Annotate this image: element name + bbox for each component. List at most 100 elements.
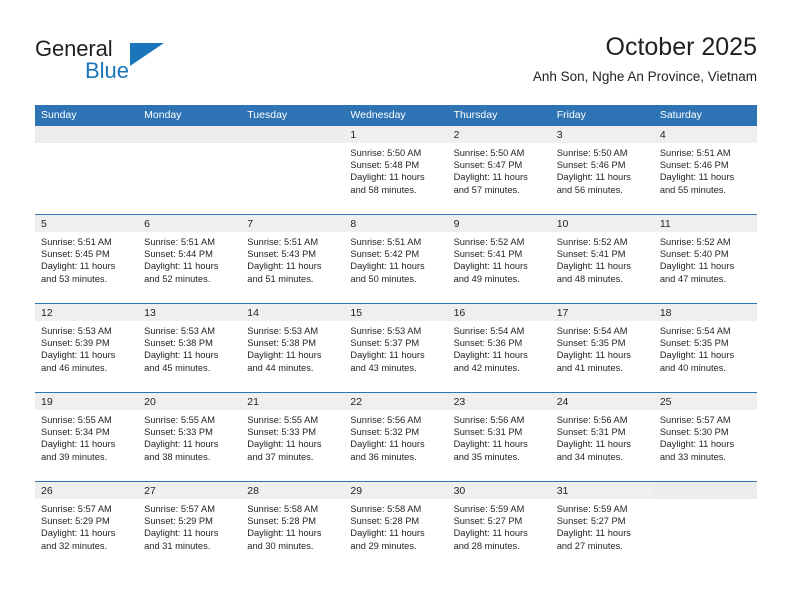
day-details: Sunrise: 5:53 AM Sunset: 5:38 PM Daylight:… [138,321,241,374]
daylight-text-line2: and 51 minutes. [247,273,314,284]
day-number: 27 [138,482,242,499]
day-details: Sunrise: 5:51 AM Sunset: 5:46 PM Daylight:… [654,143,757,196]
sunset-text: Sunset: 5:41 PM [453,249,523,260]
sunset-text: Sunset: 5:31 PM [556,427,626,438]
day-details: Sunrise: 5:53 AM Sunset: 5:38 PM Daylight:… [241,321,344,374]
daylight-text-line2: and 57 minutes. [453,184,520,195]
sunset-text: Sunset: 5:43 PM [247,249,317,260]
daylight-text-line2: and 27 minutes. [556,540,623,551]
calendar-cell-inner: 18 Sunrise: 5:54 AM Sunset: 5:35 PM Dayligh… [653,304,757,392]
general-blue-logo[interactable]: General Blue [35,36,235,88]
daylight-text-line2: and 48 minutes. [556,273,623,284]
daylight-text-line2: and 34 minutes. [556,451,623,462]
calendar-cell[interactable]: 1 Sunrise: 5:50 AM Sunset: 5:48 PM Daylight… [344,126,448,215]
sunrise-text: Sunrise: 5:52 AM [556,237,628,247]
daylight-text-line2: and 28 minutes. [453,540,520,551]
sunrise-text: Sunrise: 5:53 AM [144,326,215,336]
sunset-text: Sunset: 5:29 PM [41,516,110,527]
daylight-text-line2: and 52 minutes. [144,273,211,284]
calendar-cell[interactable]: 6 Sunrise: 5:51 AM Sunset: 5:44 PM Daylight… [138,214,242,304]
day-number: 10 [550,215,654,232]
calendar-cell[interactable]: 28 Sunrise: 5:58 AM Sunset: 5:28 PM Dayligh… [241,481,345,570]
daylight-text-line1: Daylight: 11 hours [659,439,735,450]
calendar-cell[interactable]: 4 Sunrise: 5:51 AM Sunset: 5:46 PM Daylight… [653,126,757,215]
daylight-text-line1: Daylight: 11 hours [144,350,219,361]
sunrise-text: Sunrise: 5:51 AM [144,237,215,247]
sunset-text: Sunset: 5:38 PM [247,338,317,349]
calendar-cell[interactable]: 12 Sunrise: 5:53 AM Sunset: 5:39 PM Dayligh… [35,303,139,393]
day-number: 11 [653,215,757,232]
calendar-cell[interactable]: 17 Sunrise: 5:54 AM Sunset: 5:35 PM Dayligh… [550,303,654,393]
calendar-cell[interactable]: 29 Sunrise: 5:58 AM Sunset: 5:28 PM Dayligh… [344,481,448,570]
day-details: Sunrise: 5:58 AM Sunset: 5:28 PM Daylight:… [241,499,344,552]
calendar-cell-inner: 6 Sunrise: 5:51 AM Sunset: 5:44 PM Daylight… [138,215,242,303]
calendar-cell[interactable]: 24 Sunrise: 5:56 AM Sunset: 5:31 PM Dayligh… [550,392,654,482]
calendar-cell [653,481,757,570]
daylight-text-line1: Daylight: 11 hours [350,528,425,539]
calendar-cell-inner: 24 Sunrise: 5:56 AM Sunset: 5:31 PM Dayligh… [550,393,654,481]
daylight-text-line1: Daylight: 11 hours [659,172,735,183]
weekday-header-friday: Friday [550,105,654,126]
day-details: Sunrise: 5:50 AM Sunset: 5:46 PM Daylight:… [551,143,654,196]
day-number: 13 [138,304,242,321]
calendar-cell[interactable]: 15 Sunrise: 5:53 AM Sunset: 5:37 PM Dayligh… [344,303,448,393]
calendar-cell[interactable]: 7 Sunrise: 5:51 AM Sunset: 5:43 PM Daylight… [241,214,345,304]
weekday-header-wednesday: Wednesday [344,105,448,126]
calendar-cell[interactable]: 2 Sunrise: 5:50 AM Sunset: 5:47 PM Daylight… [447,126,551,215]
calendar-cell[interactable]: 22 Sunrise: 5:56 AM Sunset: 5:32 PM Dayligh… [344,392,448,482]
sunrise-text: Sunrise: 5:55 AM [41,415,112,425]
calendar-cell[interactable]: 8 Sunrise: 5:51 AM Sunset: 5:42 PM Daylight… [344,214,448,304]
daylight-text-line1: Daylight: 11 hours [556,350,631,361]
sunrise-text: Sunrise: 5:56 AM [453,415,525,425]
calendar-cell[interactable]: 25 Sunrise: 5:57 AM Sunset: 5:30 PM Dayligh… [653,392,757,482]
daylight-text-line2: and 56 minutes. [556,184,623,195]
calendar-cell[interactable]: 9 Sunrise: 5:52 AM Sunset: 5:41 PM Daylight… [447,214,551,304]
calendar-cell[interactable]: 11 Sunrise: 5:52 AM Sunset: 5:40 PM Dayligh… [653,214,757,304]
calendar-cell[interactable]: 26 Sunrise: 5:57 AM Sunset: 5:29 PM Dayligh… [35,481,139,570]
calendar-cell[interactable]: 10 Sunrise: 5:52 AM Sunset: 5:41 PM Dayligh… [550,214,654,304]
daylight-text-line1: Daylight: 11 hours [453,350,528,361]
day-number [241,126,345,143]
calendar-cell[interactable]: 13 Sunrise: 5:53 AM Sunset: 5:38 PM Dayligh… [138,303,242,393]
sunrise-text: Sunrise: 5:51 AM [247,237,319,247]
sunrise-text: Sunrise: 5:55 AM [247,415,319,425]
calendar-cell[interactable]: 23 Sunrise: 5:56 AM Sunset: 5:31 PM Dayligh… [447,392,551,482]
calendar-cell-inner: 22 Sunrise: 5:56 AM Sunset: 5:32 PM Dayligh… [344,393,448,481]
daylight-text-line1: Daylight: 11 hours [41,261,116,272]
calendar-cell[interactable]: 14 Sunrise: 5:53 AM Sunset: 5:38 PM Dayligh… [241,303,345,393]
calendar-table: Sunday Monday Tuesday Wednesday Thursday… [35,105,757,570]
sunrise-text: Sunrise: 5:51 AM [350,237,422,247]
day-number [138,126,242,143]
calendar-cell[interactable]: 21 Sunrise: 5:55 AM Sunset: 5:33 PM Dayligh… [241,392,345,482]
day-number: 19 [35,393,139,410]
day-number: 7 [241,215,345,232]
calendar-cell[interactable]: 27 Sunrise: 5:57 AM Sunset: 5:29 PM Dayligh… [138,481,242,570]
calendar-cell[interactable]: 19 Sunrise: 5:55 AM Sunset: 5:34 PM Dayligh… [35,392,139,482]
calendar-cell[interactable]: 30 Sunrise: 5:59 AM Sunset: 5:27 PM Dayligh… [447,481,551,570]
daylight-text-line2: and 42 minutes. [453,362,520,373]
sunset-text: Sunset: 5:46 PM [556,160,626,171]
daylight-text-line2: and 29 minutes. [350,540,417,551]
sunset-text: Sunset: 5:39 PM [41,338,110,349]
daylight-text-line2: and 40 minutes. [659,362,726,373]
calendar-cell-inner: 10 Sunrise: 5:52 AM Sunset: 5:41 PM Dayligh… [550,215,654,303]
sunset-text: Sunset: 5:27 PM [453,516,523,527]
calendar-cell[interactable]: 31 Sunrise: 5:59 AM Sunset: 5:27 PM Dayligh… [550,481,654,570]
calendar-cell[interactable]: 20 Sunrise: 5:55 AM Sunset: 5:33 PM Dayligh… [138,392,242,482]
weekday-header-thursday: Thursday [447,105,551,126]
sunset-text: Sunset: 5:38 PM [144,338,213,349]
day-number: 1 [344,126,448,143]
calendar-cell-inner: 4 Sunrise: 5:51 AM Sunset: 5:46 PM Daylight… [653,126,757,214]
daylight-text-line2: and 45 minutes. [144,362,211,373]
calendar-cell[interactable]: 18 Sunrise: 5:54 AM Sunset: 5:35 PM Dayligh… [653,303,757,393]
sunset-text: Sunset: 5:33 PM [247,427,317,438]
daylight-text-line2: and 53 minutes. [41,273,108,284]
sunrise-text: Sunrise: 5:51 AM [659,148,731,158]
daylight-text-line1: Daylight: 11 hours [453,261,528,272]
calendar-cell[interactable]: 16 Sunrise: 5:54 AM Sunset: 5:36 PM Dayligh… [447,303,551,393]
calendar-cell[interactable]: 3 Sunrise: 5:50 AM Sunset: 5:46 PM Daylight… [550,126,654,215]
calendar-cell[interactable]: 5 Sunrise: 5:51 AM Sunset: 5:45 PM Daylight… [35,214,139,304]
daylight-text-line2: and 31 minutes. [144,540,211,551]
sunset-text: Sunset: 5:47 PM [453,160,523,171]
calendar-cell-inner: 1 Sunrise: 5:50 AM Sunset: 5:48 PM Daylight… [344,126,448,214]
